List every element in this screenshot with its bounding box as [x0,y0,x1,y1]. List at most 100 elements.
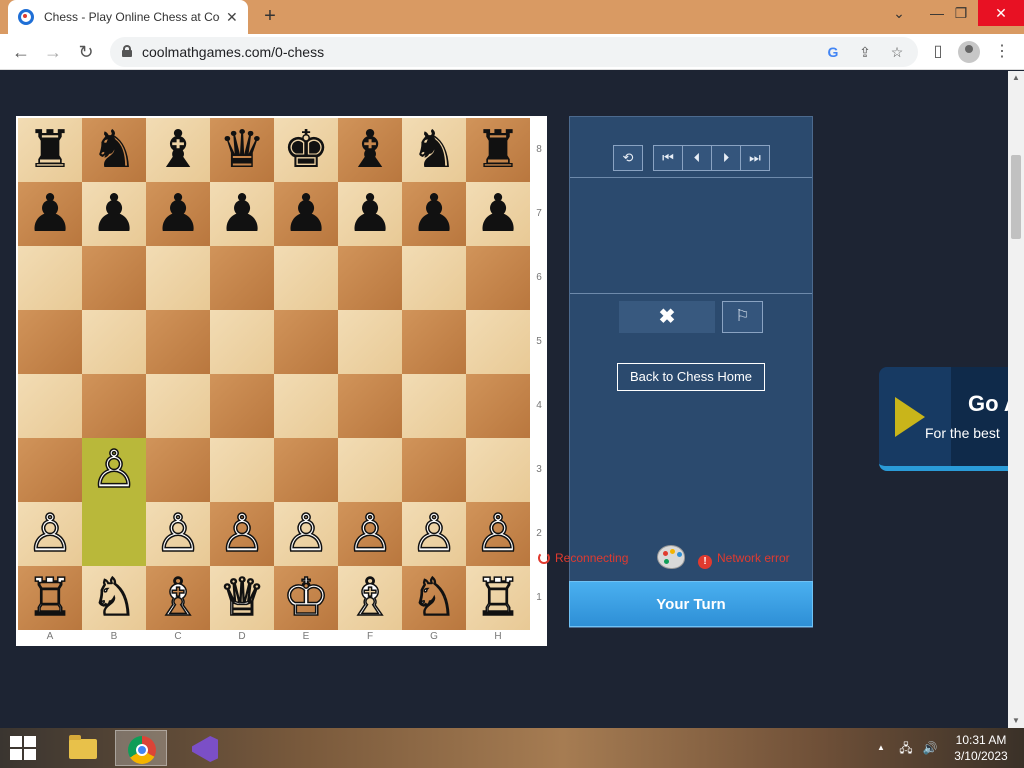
square-e1[interactable]: ♔ [274,566,338,630]
scroll-thumb[interactable] [1011,155,1021,239]
chrome-taskbar-button[interactable] [115,730,167,766]
chess-piece[interactable]: ♙ [218,507,266,561]
bookmark-star-icon[interactable]: ☆ [888,43,906,61]
resign-flag-button[interactable]: ⚐ [722,301,763,333]
square-b4[interactable] [82,374,146,438]
square-c3[interactable] [146,438,210,502]
square-h8[interactable]: ♜ [466,118,530,182]
chess-piece[interactable]: ♖ [474,571,522,625]
chess-piece[interactable]: ♖ [26,571,74,625]
scroll-up-icon[interactable]: ▲ [1008,71,1024,85]
square-e3[interactable] [274,438,338,502]
chess-piece[interactable]: ♟ [155,188,202,240]
square-a8[interactable]: ♜ [18,118,82,182]
square-f3[interactable] [338,438,402,502]
square-h6[interactable] [466,246,530,310]
chess-piece[interactable]: ♞ [411,124,458,176]
last-move-button[interactable]: ⏭ [740,145,770,171]
menu-icon[interactable]: ⋮ [990,40,1014,64]
square-g6[interactable] [402,246,466,310]
square-b5[interactable] [82,310,146,374]
profile-avatar[interactable] [958,41,980,63]
first-move-button[interactable]: ⏮ [653,145,683,171]
cancel-game-button[interactable]: ✖ [619,301,715,333]
back-button[interactable]: ← [9,40,33,64]
square-c4[interactable] [146,374,210,438]
square-d3[interactable] [210,438,274,502]
square-d5[interactable] [210,310,274,374]
chess-piece[interactable]: ♛ [219,124,266,176]
square-h5[interactable] [466,310,530,374]
square-g3[interactable] [402,438,466,502]
chess-piece[interactable]: ♙ [474,507,522,561]
browser-tab[interactable]: Chess - Play Online Chess at Coolmath Ga… [8,0,248,34]
chess-piece[interactable]: ♟ [219,188,266,240]
lock-icon[interactable] [122,45,132,57]
chess-piece[interactable]: ♟ [91,188,138,240]
scroll-down-icon[interactable]: ▼ [1008,714,1024,728]
chess-piece[interactable]: ♝ [155,124,202,176]
chess-piece[interactable]: ♟ [411,188,458,240]
square-d1[interactable]: ♕ [210,566,274,630]
square-e4[interactable] [274,374,338,438]
square-f4[interactable] [338,374,402,438]
chess-piece[interactable]: ♗ [346,571,394,625]
chess-piece[interactable]: ♜ [475,124,522,176]
chess-board[interactable]: ♜ ♞ ♝ ♛ ♚ ♝ ♞ ♜ ♟ ♟ ♟ ♟ ♟ ♟ ♟ ♟ ♙ ♙ ♙ ♙ ♙ ♙ ♙ ♙ ♖ ♘ ♗ ♕ ♔ ♗ ♘ ♖ [18,118,530,630]
chess-piece[interactable]: ♙ [90,443,138,497]
advertisement[interactable]: Go A For the best [879,367,1008,471]
square-g4[interactable] [402,374,466,438]
square-e5[interactable] [274,310,338,374]
square-g1[interactable]: ♘ [402,566,466,630]
square-b3[interactable]: ♙ [82,438,146,502]
share-icon[interactable]: ⇪ [856,43,874,61]
square-d7[interactable]: ♟ [210,182,274,246]
visual-studio-button[interactable] [178,730,230,766]
forward-button[interactable]: → [41,40,65,64]
new-tab-button[interactable]: + [258,4,282,28]
square-g5[interactable] [402,310,466,374]
side-panel-icon[interactable]: ▯ [926,40,950,64]
square-g8[interactable]: ♞ [402,118,466,182]
square-a1[interactable]: ♖ [18,566,82,630]
square-f5[interactable] [338,310,402,374]
square-b7[interactable]: ♟ [82,182,146,246]
square-a7[interactable]: ♟ [18,182,82,246]
chess-piece[interactable]: ♔ [282,571,330,625]
square-a6[interactable] [18,246,82,310]
chess-piece[interactable]: ♟ [283,188,330,240]
chess-piece[interactable]: ♙ [26,507,74,561]
chess-piece[interactable]: ♙ [154,507,202,561]
square-f8[interactable]: ♝ [338,118,402,182]
square-b8[interactable]: ♞ [82,118,146,182]
prev-move-button[interactable]: ⏴ [682,145,712,171]
square-e8[interactable]: ♚ [274,118,338,182]
square-e2[interactable]: ♙ [274,502,338,566]
chess-piece[interactable]: ♝ [347,124,394,176]
square-b6[interactable] [82,246,146,310]
square-h4[interactable] [466,374,530,438]
chess-piece[interactable]: ♙ [282,507,330,561]
square-a3[interactable] [18,438,82,502]
chess-piece[interactable]: ♕ [218,571,266,625]
chess-piece[interactable]: ♙ [346,507,394,561]
chess-piece[interactable]: ♙ [410,507,458,561]
square-g7[interactable]: ♟ [402,182,466,246]
page-scrollbar[interactable]: ▲ ▼ [1008,71,1024,728]
square-h3[interactable] [466,438,530,502]
chess-piece[interactable]: ♘ [90,571,138,625]
square-d2[interactable]: ♙ [210,502,274,566]
palette-icon[interactable] [657,545,685,569]
file-explorer-button[interactable] [56,730,108,766]
square-h1[interactable]: ♖ [466,566,530,630]
close-window-button[interactable]: ✕ [978,0,1024,26]
chess-piece[interactable]: ♟ [475,188,522,240]
square-g2[interactable]: ♙ [402,502,466,566]
square-f1[interactable]: ♗ [338,566,402,630]
chess-piece[interactable]: ♘ [410,571,458,625]
google-icon[interactable]: G [824,43,842,61]
square-c5[interactable] [146,310,210,374]
square-c6[interactable] [146,246,210,310]
square-a2[interactable]: ♙ [18,502,82,566]
flip-board-button[interactable]: ⟲ [613,145,643,171]
